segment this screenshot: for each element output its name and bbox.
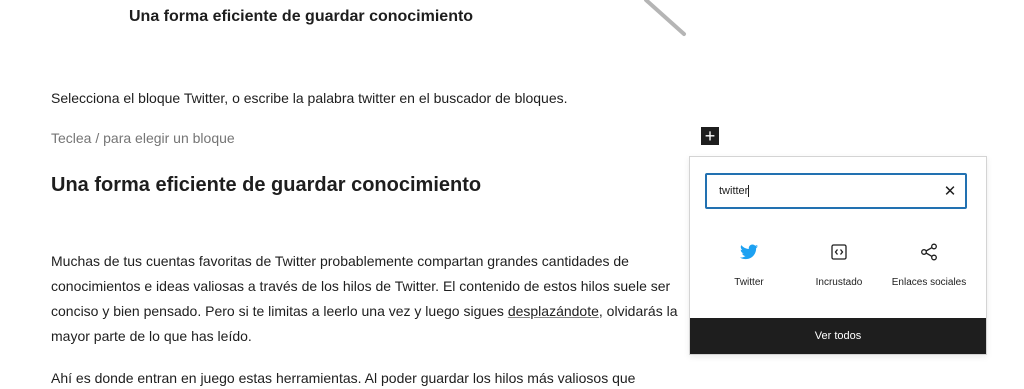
block-result-embed[interactable]: Incrustado: [794, 237, 884, 288]
top-heading: Una forma eficiente de guardar conocimie…: [129, 8, 474, 25]
block-result-social-links[interactable]: Enlaces sociales: [884, 237, 974, 288]
block-search-input[interactable]: twitter ✕: [705, 173, 967, 209]
view-all-button[interactable]: Ver todos: [690, 318, 986, 354]
block-result-twitter[interactable]: Twitter: [704, 237, 794, 288]
share-icon: [921, 243, 937, 261]
block-result-label: Enlaces sociales: [891, 277, 967, 288]
body-link[interactable]: desplazándote: [508, 303, 599, 319]
twitter-icon: [740, 244, 758, 260]
add-block-button[interactable]: +: [701, 127, 719, 145]
body-paragraph[interactable]: Muchas de tus cuentas favoritas de Twitt…: [51, 249, 711, 349]
embed-icon: [831, 244, 847, 260]
block-result-label: Twitter: [734, 277, 764, 288]
decorative-arrow-icon: [644, 0, 686, 36]
section-heading[interactable]: Una forma eficiente de guardar conocimie…: [51, 174, 481, 197]
clear-search-icon[interactable]: ✕: [935, 182, 965, 200]
block-result-label: Incrustado: [815, 277, 863, 288]
last-paragraph[interactable]: Ahí es donde entran en juego estas herra…: [51, 370, 635, 386]
intro-paragraph[interactable]: Selecciona el bloque Twitter, o escribe …: [51, 90, 568, 106]
block-inserter-popover: twitter ✕ Twitter Incrustado Enlaces soc…: [689, 156, 987, 355]
search-value[interactable]: twitter: [719, 185, 935, 198]
block-results: Twitter Incrustado Enlaces sociales: [690, 237, 986, 288]
block-placeholder[interactable]: Teclea / para elegir un bloque: [51, 130, 235, 146]
